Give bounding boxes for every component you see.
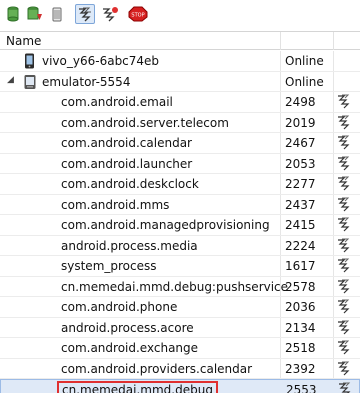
toolbar: STOP xyxy=(0,0,360,30)
process-pid: 2437 xyxy=(285,197,316,212)
process-name: system_process xyxy=(61,259,157,273)
process-row[interactable]: android.process.acore 2134 xyxy=(0,318,360,338)
process-pid: 1617 xyxy=(285,259,316,273)
column-divider[interactable] xyxy=(280,32,281,50)
debug-port-icon xyxy=(338,279,350,293)
cause-gc-icon xyxy=(52,7,62,22)
devices-view: STOP Name vivo_y66-6abc74eb Online ◢ emu… xyxy=(0,0,360,393)
process-pid: 2578 xyxy=(285,279,316,294)
device-row[interactable]: ◢ emulator-5554 Online xyxy=(0,72,360,92)
debug-process-icon xyxy=(79,7,91,22)
process-pid: 2134 xyxy=(285,320,316,335)
process-pid: 2036 xyxy=(285,300,316,314)
debug-port-icon xyxy=(338,299,350,314)
process-pid: 2467 xyxy=(285,136,316,150)
device-status: Online xyxy=(285,74,324,89)
process-name: com.android.launcher xyxy=(61,156,193,171)
debug-port-icon xyxy=(338,176,350,191)
process-row[interactable]: com.android.providers.calendar 2392 xyxy=(0,359,360,379)
process-pid: 2553 xyxy=(286,383,317,393)
process-name: android.process.media xyxy=(61,238,198,253)
process-row[interactable]: system_process 1617 xyxy=(0,256,360,277)
debug-port-icon xyxy=(338,115,350,129)
process-name: com.android.server.telecom xyxy=(61,115,229,130)
process-row[interactable]: cn.memedai.mmd.debug:pushservice 2578 xyxy=(0,277,360,297)
process-name: com.android.mms xyxy=(61,197,170,212)
stop-process-button[interactable]: STOP xyxy=(128,4,148,24)
process-row[interactable]: android.process.media 2224 xyxy=(0,236,360,256)
phone-icon xyxy=(25,53,34,69)
process-pid: 2277 xyxy=(285,177,316,191)
debug-port-icon xyxy=(338,361,350,375)
debug-port-icon xyxy=(338,238,350,252)
column-divider[interactable] xyxy=(333,32,334,50)
device-name: vivo_y66-6abc74eb xyxy=(42,54,160,68)
debug-port-icon xyxy=(338,135,350,150)
debug-port-icon xyxy=(338,217,350,232)
debug-port-icon xyxy=(338,320,350,334)
debug-port-icon xyxy=(338,340,350,355)
process-name: com.android.email xyxy=(61,95,173,109)
process-row[interactable]: com.android.managedprovisioning 2415 xyxy=(0,215,360,236)
process-row[interactable]: com.android.launcher 2053 xyxy=(0,154,360,174)
update-heap-button[interactable] xyxy=(3,4,23,24)
device-name: emulator-5554 xyxy=(42,74,131,89)
process-row[interactable]: com.android.phone 2036 xyxy=(0,297,360,318)
process-pid: 2053 xyxy=(285,156,316,171)
process-pid: 2224 xyxy=(285,238,316,253)
process-name: com.android.phone xyxy=(61,300,178,314)
debug-port-icon xyxy=(338,197,350,211)
process-name: cn.memedai.mmd.debug xyxy=(57,381,218,393)
process-row[interactable]: com.android.deskclock 2277 xyxy=(0,174,360,195)
update-threads-icon xyxy=(103,7,118,22)
process-name: cn.memedai.mmd.debug:pushservice xyxy=(61,279,289,294)
debug-process-button[interactable] xyxy=(75,4,95,24)
debug-port-icon xyxy=(338,94,350,109)
process-row[interactable]: com.android.mms 2437 xyxy=(0,195,360,215)
stop-process-icon: STOP xyxy=(128,6,148,22)
device-status: Online xyxy=(285,54,324,68)
process-pid: 2415 xyxy=(285,218,316,232)
table-header: Name xyxy=(0,31,360,50)
process-name: com.android.exchange xyxy=(61,341,199,355)
device-row[interactable]: vivo_y66-6abc74eb Online xyxy=(0,51,360,72)
process-name: com.android.calendar xyxy=(61,136,192,150)
expand-arrow-icon[interactable]: ◢ xyxy=(7,75,17,85)
process-row[interactable]: com.android.calendar 2467 xyxy=(0,133,360,154)
update-threads-button[interactable] xyxy=(100,4,120,24)
debug-port-icon xyxy=(338,156,350,170)
emulator-icon xyxy=(24,74,36,89)
device-tree: vivo_y66-6abc74eb Online ◢ emulator-5554… xyxy=(0,51,360,393)
process-name: com.android.deskclock xyxy=(61,177,199,191)
dump-hprof-icon xyxy=(27,6,42,20)
name-column-header[interactable]: Name xyxy=(6,34,41,48)
svg-text:STOP: STOP xyxy=(131,13,144,19)
process-name: com.android.managedprovisioning xyxy=(61,218,270,232)
process-row[interactable]: com.android.email 2498 xyxy=(0,92,360,113)
process-name: com.android.providers.calendar xyxy=(61,361,253,376)
cause-gc-button[interactable] xyxy=(47,4,67,24)
process-pid: 2019 xyxy=(285,115,316,130)
process-row[interactable]: com.android.server.telecom 2019 xyxy=(0,113,360,133)
debug-port-icon xyxy=(339,382,351,393)
process-pid: 2518 xyxy=(285,341,316,355)
process-row[interactable]: com.android.exchange 2518 xyxy=(0,338,360,359)
dump-hprof-button[interactable] xyxy=(25,4,45,24)
process-pid: 2498 xyxy=(285,95,316,109)
process-name: android.process.acore xyxy=(61,320,194,335)
debug-port-icon xyxy=(338,258,350,273)
update-heap-icon xyxy=(7,6,19,22)
process-pid: 2392 xyxy=(285,361,316,376)
process-row-selected[interactable]: cn.memedai.mmd.debug 2553 xyxy=(0,379,360,393)
